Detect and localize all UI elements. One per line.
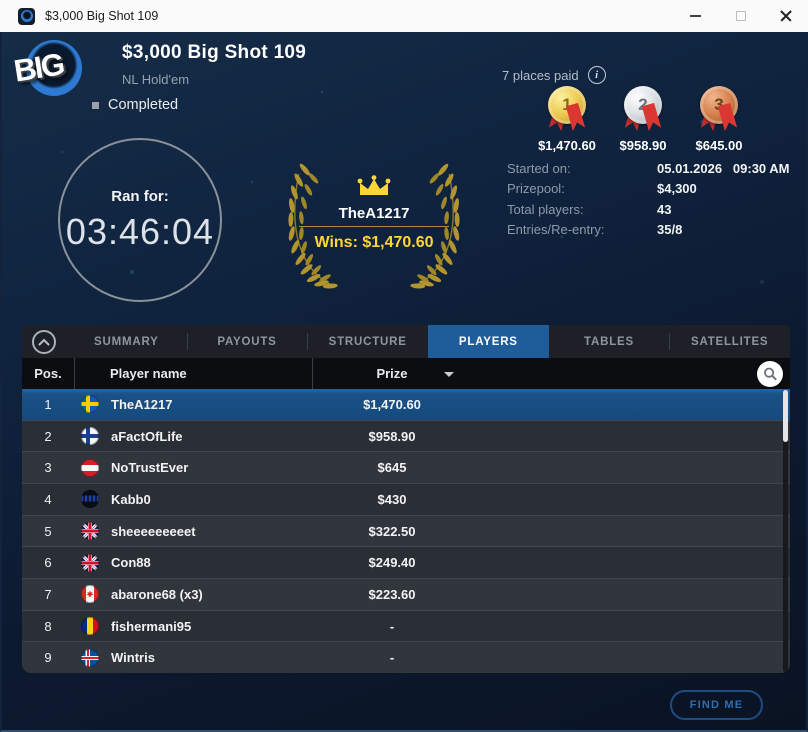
scrollbar-thumb[interactable]: [783, 390, 788, 442]
ran-for-time: 03:46:04: [65, 210, 215, 252]
flag-uk-icon: [81, 553, 99, 572]
close-button[interactable]: [763, 0, 808, 32]
big-logo: BIG: [11, 36, 98, 100]
search-button[interactable]: [757, 360, 783, 387]
gold-medal-rank: 1: [548, 86, 586, 124]
flag-sweden-icon: [81, 395, 99, 414]
flag-austria-icon: [81, 458, 99, 477]
find-me-button[interactable]: FIND ME: [670, 690, 763, 720]
stat-entries: Entries/Re-entry: 35/8: [507, 222, 683, 238]
silver-medal-icon: 2: [624, 86, 662, 132]
flag-iceland-icon: [81, 648, 99, 667]
winner-divider: [299, 226, 449, 227]
info-icon[interactable]: i: [587, 66, 606, 84]
sort-caret-icon[interactable]: [444, 372, 454, 377]
table-row[interactable]: 3 NoTrustEver $645: [22, 451, 790, 484]
bronze-medal-icon: 3: [700, 86, 738, 132]
collapse-button[interactable]: [22, 325, 66, 358]
table-row[interactable]: 9 Wintris -: [22, 641, 790, 673]
table-row[interactable]: 7 abarone68 (x3) $223.60: [22, 578, 790, 610]
titlebar: $3,000 Big Shot 109: [0, 0, 808, 32]
flag-finland-icon: [81, 427, 99, 445]
game-type: NL Hold'em: [122, 72, 190, 87]
first-prize: $1,470.60: [538, 138, 596, 153]
winner-wreath: TheA1217 Wins: $1,470.60: [274, 145, 474, 305]
table-row[interactable]: 2 aFactOfLife $958.90: [22, 419, 790, 452]
flag-uk-icon: [81, 522, 99, 541]
stat-started-on: Started on: 05.01.2026 09:30 AM: [507, 160, 790, 176]
tournament-stats: Started on: 05.01.2026 09:30 AM Prizepoo…: [507, 158, 797, 240]
chevron-up-icon: [38, 338, 50, 345]
flag-dark-icon: [81, 490, 99, 509]
lobby-panel: SUMMARY PAYOUTS STRUCTURE PLAYERS TABLES…: [22, 325, 790, 673]
third-prize: $645.00: [695, 138, 743, 153]
places-paid-label: 7 places paid: [502, 67, 579, 83]
tab-structure[interactable]: STRUCTURE: [307, 325, 428, 358]
flag-canada-icon: [81, 585, 99, 604]
tab-tables[interactable]: TABLES: [549, 325, 670, 358]
minimize-icon: [690, 15, 701, 17]
bronze-medal-rank: 3: [700, 86, 738, 124]
stat-prizepool: Prizepool: $4,300: [507, 181, 697, 197]
maximize-button[interactable]: [718, 0, 763, 32]
gold-medal-icon: 1: [548, 86, 586, 132]
medal-second: 2 $958.90: [605, 86, 681, 153]
window-title: $3,000 Big Shot 109: [45, 9, 159, 23]
players-table: 1 TheA1217 $1,470.60 2 aFactOfLife $958.…: [22, 389, 790, 673]
table-row[interactable]: 4 Kabb0 $430: [22, 483, 790, 515]
status-label: Completed: [108, 97, 179, 113]
stat-total-players: Total players: 43: [507, 201, 672, 217]
table-row[interactable]: 1 TheA1217 $1,470.60: [22, 389, 790, 420]
column-divider: [74, 358, 75, 389]
crown-icon: [357, 175, 391, 195]
table-header: Pos. Player name Prize: [22, 358, 790, 389]
status-bullet-icon: [92, 101, 99, 109]
flag-romania-icon: [81, 617, 99, 636]
minimize-button[interactable]: [673, 0, 718, 32]
app-icon: [18, 7, 35, 25]
tab-satellites[interactable]: SATELLITES: [669, 325, 790, 358]
medal-first: 1 $1,470.60: [529, 86, 605, 153]
tournament-title: $3,000 Big Shot 109: [122, 42, 307, 63]
ran-for-label: Ran for:: [111, 187, 169, 205]
medal-third: 3 $645.00: [681, 86, 757, 153]
places-paid: 7 places paid i: [502, 66, 606, 84]
table-row[interactable]: 8 fishermani95 -: [22, 609, 790, 642]
tournament-lobby-window: $3,000 Big Shot 109 BIG $3,000 Big Shot …: [0, 0, 808, 732]
scrollbar-track[interactable]: [783, 390, 788, 672]
status-row: Completed: [92, 97, 178, 113]
table-row[interactable]: 6 Con88 $249.40: [22, 546, 790, 579]
tab-summary[interactable]: SUMMARY: [66, 325, 187, 358]
column-player: Player name: [110, 366, 187, 381]
duration-circle: Ran for: 03:46:04: [58, 138, 222, 302]
tab-bar: SUMMARY PAYOUTS STRUCTURE PLAYERS TABLES…: [22, 325, 790, 358]
table-row[interactable]: 5 sheeeeeeeeet $322.50: [22, 514, 790, 547]
silver-medal-rank: 2: [624, 86, 662, 124]
big-logo-text: BIG: [11, 46, 66, 89]
search-icon: [764, 367, 777, 380]
podium: 1 $1,470.60 2 $958.90 3 $645.00: [529, 86, 757, 153]
maximize-icon: [735, 11, 746, 21]
winner-name: TheA1217: [338, 205, 410, 222]
laurel-wreath-icon: [288, 161, 462, 290]
second-prize: $958.90: [619, 138, 667, 153]
winner-prize: Wins: $1,470.60: [314, 234, 434, 251]
column-pos: Pos.: [34, 366, 62, 381]
tab-players[interactable]: PLAYERS: [428, 325, 549, 358]
close-icon: [780, 10, 792, 22]
tab-payouts[interactable]: PAYOUTS: [186, 325, 308, 358]
lobby-body: BIG $3,000 Big Shot 109 NL Hold'em Compl…: [0, 32, 808, 732]
